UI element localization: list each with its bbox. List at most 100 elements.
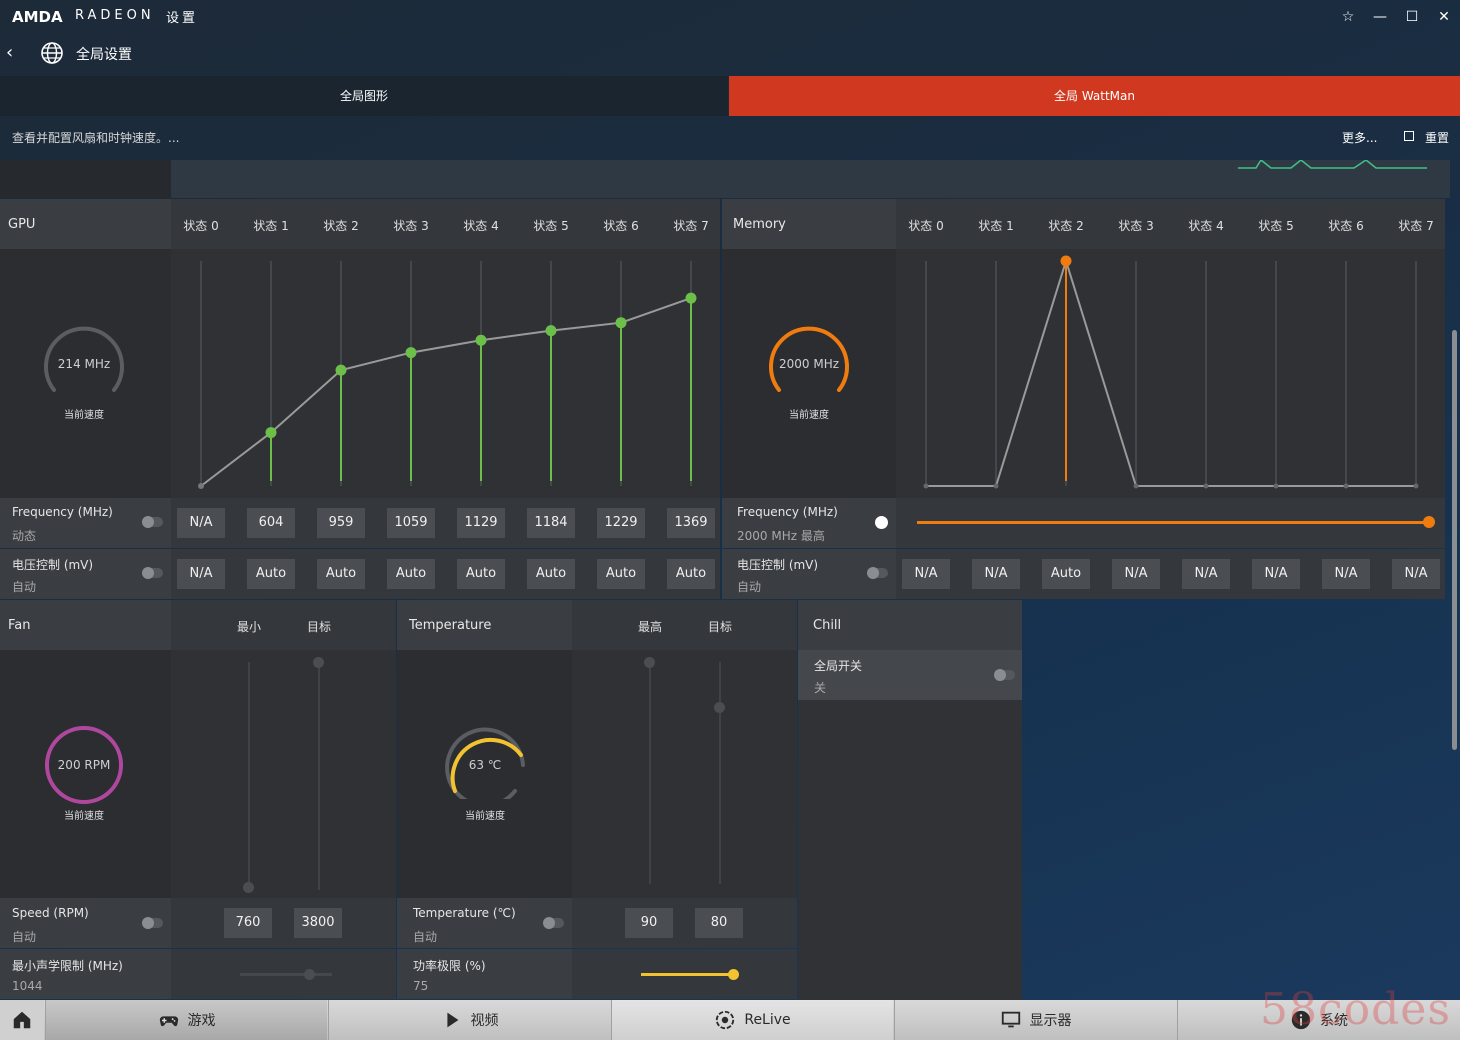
nav-video[interactable]: 视频 [328, 1000, 610, 1040]
gpu-voltage-input[interactable]: Auto [597, 559, 645, 589]
gpu-voltage-input[interactable]: N/A [177, 559, 225, 589]
gpu-voltage-input[interactable]: Auto [527, 559, 575, 589]
temperature-target-slider-track[interactable] [719, 662, 721, 884]
nav-gaming[interactable]: 游戏 [45, 1000, 327, 1040]
gpu-voltage-input[interactable]: Auto [457, 559, 505, 589]
nav-display[interactable]: 显示器 [894, 1000, 1176, 1040]
memory-state-point[interactable] [1343, 483, 1349, 489]
gpu-state-point[interactable] [545, 325, 557, 337]
gpu-gauge-value: 214 MHz [57, 357, 111, 371]
temperature-max-slider-handle[interactable] [644, 657, 655, 668]
gpu-frequency-input[interactable]: 1369 [667, 508, 715, 538]
fan-min-slider-handle[interactable] [243, 882, 254, 893]
temperature-max-slider-track[interactable] [649, 662, 651, 884]
close-icon[interactable]: ✕ [1433, 6, 1455, 28]
gpu-frequency-input[interactable]: 604 [247, 508, 295, 538]
memory-voltage-toggle[interactable] [867, 567, 888, 579]
memory-voltage-input[interactable]: N/A [1182, 559, 1230, 589]
memory-state-point[interactable] [1203, 483, 1209, 489]
temperature-row-mode: 自动 [413, 930, 438, 944]
memory-state-graph [896, 249, 1445, 498]
memory-voltage-input[interactable]: N/A [972, 559, 1020, 589]
gpu-state-point[interactable] [198, 483, 204, 489]
memory-state-point[interactable] [1133, 483, 1139, 489]
gpu-state-point[interactable] [615, 317, 627, 329]
app-title: 设置 [166, 11, 199, 26]
maximize-icon[interactable]: ☐ [1401, 6, 1423, 28]
temperature-gauge-value: 63 ℃ [468, 758, 502, 772]
temperature-max-input[interactable]: 90 [625, 908, 673, 938]
page-description: 查看并配置风扇和时钟速度。... [12, 131, 180, 145]
gpu-frequency-input[interactable]: 1129 [457, 508, 505, 538]
memory-voltage-input[interactable]: N/A [1322, 559, 1370, 589]
fan-acoustic-slider-track[interactable] [240, 973, 332, 976]
gpu-state-label: 状态 1 [253, 219, 289, 233]
memory-voltage-input[interactable]: N/A [902, 559, 950, 589]
memory-voltage-input[interactable]: Auto [1042, 559, 1090, 589]
fan-target-slider-handle[interactable] [313, 657, 324, 668]
gpu-state-label: 状态 6 [603, 219, 639, 233]
gpu-state-point[interactable] [475, 334, 487, 346]
memory-state-point[interactable] [993, 483, 999, 489]
fan-speed-target-input[interactable]: 3800 [294, 908, 342, 938]
gpu-voltage-input[interactable]: Auto [247, 559, 295, 589]
more-button[interactable]: 更多... [1342, 129, 1377, 146]
memory-frequency-slider-handle[interactable] [1423, 516, 1435, 528]
memory-voltage-input[interactable]: N/A [1252, 559, 1300, 589]
fan-slider-area [171, 650, 396, 898]
fan-speed-values [171, 898, 396, 948]
memory-state-point[interactable] [1060, 255, 1072, 267]
power-limit-slider-track[interactable] [641, 973, 733, 976]
gpu-frequency-input[interactable]: 1229 [597, 508, 645, 538]
gpu-state-label: 状态 5 [533, 219, 569, 233]
memory-state-point[interactable] [1413, 483, 1419, 489]
memory-voltage-input[interactable]: N/A [1112, 559, 1160, 589]
fan-speed-toggle[interactable] [142, 917, 163, 929]
star-icon[interactable]: ☆ [1337, 6, 1359, 28]
home-button[interactable] [0, 1000, 44, 1040]
gpu-frequency-toggle[interactable] [142, 516, 163, 528]
scrollbar[interactable] [1452, 330, 1457, 750]
gpu-state-label: 状态 2 [323, 219, 359, 233]
memory-state-point[interactable] [923, 483, 929, 489]
power-limit-slider-handle[interactable] [728, 969, 739, 980]
memory-state-label: 状态 6 [1328, 219, 1364, 233]
fan-acoustic-slider-handle[interactable] [304, 969, 315, 980]
gpu-voltage-input[interactable]: Auto [317, 559, 365, 589]
memory-frequency-toggle[interactable] [875, 516, 888, 529]
gpu-voltage-input[interactable]: Auto [387, 559, 435, 589]
memory-voltage-input[interactable]: N/A [1392, 559, 1440, 589]
monitor-icon [1001, 1011, 1020, 1028]
gpu-frequency-input[interactable]: 1059 [387, 508, 435, 538]
gpu-frequency-input[interactable]: 959 [317, 508, 365, 538]
chill-global-toggle[interactable] [994, 669, 1015, 681]
gpu-state-point[interactable] [685, 292, 697, 304]
reset-button[interactable]: 重置 [1425, 129, 1449, 146]
gpu-frequency-input[interactable]: 1184 [527, 508, 575, 538]
memory-state-point[interactable] [1273, 483, 1279, 489]
memory-frequency-slider-track[interactable] [917, 521, 1429, 524]
back-icon[interactable]: ‹ [6, 42, 13, 63]
memory-state-label: 状态 3 [1118, 219, 1154, 233]
fan-min-slider-track[interactable] [248, 662, 250, 890]
gpu-state-point[interactable] [265, 427, 277, 439]
temperature-row-title: Temperature (℃) [413, 906, 516, 920]
minimize-icon[interactable]: — [1369, 6, 1391, 28]
gpu-state-point[interactable] [335, 364, 347, 376]
gpu-voltage-input[interactable]: Auto [667, 559, 715, 589]
gpu-frequency-input[interactable]: N/A [177, 508, 225, 538]
gpu-state-point[interactable] [405, 347, 417, 359]
tab-global-wattman[interactable]: 全局 WattMan [729, 76, 1460, 116]
fan-speed-min-input[interactable]: 760 [224, 908, 272, 938]
temperature-col-max: 最高 [637, 620, 662, 634]
gpu-voltage-toggle[interactable] [142, 567, 163, 579]
reset-icon[interactable] [1404, 131, 1414, 141]
nav-relive[interactable]: ReLive [611, 1000, 893, 1040]
tab-global-graphics[interactable]: 全局图形 [0, 76, 728, 116]
fan-target-slider-track[interactable] [318, 662, 320, 890]
memory-title: Memory [733, 217, 786, 232]
page-title: 全局设置 [76, 47, 132, 63]
temperature-target-input[interactable]: 80 [695, 908, 743, 938]
temperature-toggle[interactable] [543, 917, 564, 929]
temperature-target-slider-handle[interactable] [714, 702, 725, 713]
